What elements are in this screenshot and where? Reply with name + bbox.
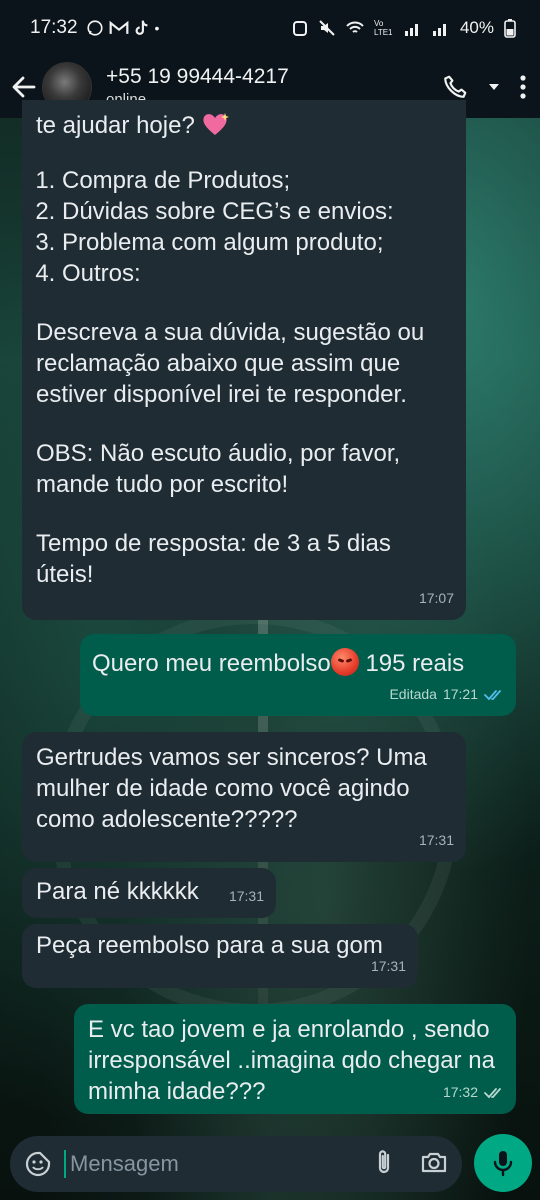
sparkling-heart-emoji-icon bbox=[201, 111, 231, 137]
message-time: 17:31 bbox=[418, 832, 454, 848]
mute-icon bbox=[319, 20, 335, 36]
message-text: E vc tao jovem e ja enrolando , sendo ir… bbox=[88, 1016, 495, 1105]
attach-button[interactable] bbox=[374, 1148, 394, 1181]
options-list: Compra de Produtos; Dúvidas sobre CEG’s … bbox=[36, 165, 452, 289]
message-time: 17:07 bbox=[418, 590, 454, 606]
message-text: Quero meu reembolso 195 reais bbox=[92, 648, 502, 679]
outgoing-message[interactable]: Quero meu reembolso 195 reais Editada 17… bbox=[80, 634, 516, 716]
voice-call-button[interactable] bbox=[442, 74, 468, 100]
outgoing-message[interactable]: E vc tao jovem e ja enrolando , sendo ir… bbox=[74, 1004, 516, 1114]
message-composer: Mensagem bbox=[10, 1136, 462, 1192]
message-time: 17:31 bbox=[228, 888, 264, 904]
message-time: 17:31 bbox=[370, 958, 406, 974]
status-bar: 17:32 • Vo LTE1 40% bbox=[0, 0, 540, 56]
message-meta: 17:31 bbox=[371, 951, 406, 982]
message-meta: 17:32 bbox=[443, 1077, 504, 1108]
message-text-part: 195 reais bbox=[358, 650, 465, 677]
delivered-double-check-icon bbox=[484, 1087, 501, 1098]
message-paragraph: Descreva a sua dúvida, sugestão ou recla… bbox=[36, 319, 425, 408]
message-paragraph: OBS: Não escuto áudio, por favor, mande … bbox=[36, 440, 401, 498]
incoming-message[interactable]: te ajudar hoje? Compra de Produtos; Dúvi… bbox=[22, 100, 466, 620]
message-time: 17:21 bbox=[442, 686, 478, 702]
notification-icons: • bbox=[86, 19, 160, 37]
caret-down-icon bbox=[489, 84, 499, 90]
message-meta: 17:07 bbox=[419, 583, 454, 614]
signal-1-icon bbox=[404, 24, 418, 36]
wifi-icon bbox=[346, 21, 364, 33]
call-options-dropdown[interactable] bbox=[488, 82, 500, 92]
incoming-message[interactable]: Peça reembolso para a sua gom 17:31 bbox=[22, 924, 418, 988]
signal-2-icon bbox=[432, 24, 446, 36]
paperclip-icon bbox=[378, 1149, 390, 1173]
list-item: Dúvidas sobre CEG’s e envios: bbox=[62, 196, 452, 227]
message-text: Peça reembolso para a sua gom bbox=[36, 932, 383, 959]
message-input[interactable]: Mensagem bbox=[64, 1150, 374, 1178]
incoming-message[interactable]: Para né kkkkkk 17:31 bbox=[22, 868, 276, 918]
message-text: Gertrudes vamos ser sinceros? Uma mulher… bbox=[36, 744, 427, 833]
composer-actions bbox=[374, 1148, 448, 1181]
camera-icon bbox=[421, 1152, 447, 1172]
camera-button[interactable] bbox=[420, 1150, 448, 1179]
message-meta: 17:31 bbox=[229, 881, 264, 912]
read-double-check-icon bbox=[484, 689, 501, 700]
angry-face-emoji-icon bbox=[330, 648, 359, 676]
message-text-top: te ajudar hoje? bbox=[36, 110, 452, 141]
message-text-part: Quero meu reembolso bbox=[92, 650, 331, 677]
kebab-menu-icon bbox=[520, 75, 526, 99]
status-time: 17:32 bbox=[30, 17, 78, 38]
back-button[interactable] bbox=[10, 73, 38, 101]
list-item: Compra de Produtos; bbox=[62, 165, 452, 196]
back-arrow-icon bbox=[12, 76, 36, 98]
voice-message-button[interactable] bbox=[474, 1134, 532, 1192]
more-options-button[interactable] bbox=[520, 75, 526, 99]
sticker-smiley-icon bbox=[25, 1151, 51, 1177]
battery-icon bbox=[504, 19, 516, 38]
status-right-icons: Vo LTE1 40% bbox=[292, 0, 516, 56]
phone-icon bbox=[444, 75, 467, 98]
message-paragraph: Tempo de resposta: de 3 a 5 dias úteis! bbox=[36, 530, 391, 588]
message-meta: Editada 17:21 bbox=[389, 679, 504, 710]
incoming-message[interactable]: Gertrudes vamos ser sinceros? Uma mulher… bbox=[22, 732, 466, 862]
message-meta: 17:31 bbox=[419, 825, 454, 856]
edited-label: Editada bbox=[389, 686, 437, 702]
battery-percent: 40% bbox=[459, 18, 494, 37]
message-time: 17:32 bbox=[442, 1084, 478, 1100]
network-label: Vo LTE1 bbox=[373, 19, 393, 37]
tiktok-icon bbox=[135, 20, 148, 35]
alarm-icon bbox=[292, 21, 307, 36]
emoji-sticker-button[interactable] bbox=[24, 1150, 52, 1178]
list-item: Problema com algum produto; bbox=[62, 227, 452, 258]
list-item: Outros: bbox=[62, 258, 452, 289]
gmail-icon bbox=[109, 20, 128, 34]
contact-name: +55 19 99444-4217 bbox=[106, 65, 289, 88]
whatsapp-icon bbox=[86, 20, 103, 36]
message-top-line: te ajudar hoje? bbox=[36, 112, 195, 139]
microphone-icon bbox=[493, 1151, 513, 1177]
more-notifications-dot-icon: • bbox=[154, 20, 160, 36]
